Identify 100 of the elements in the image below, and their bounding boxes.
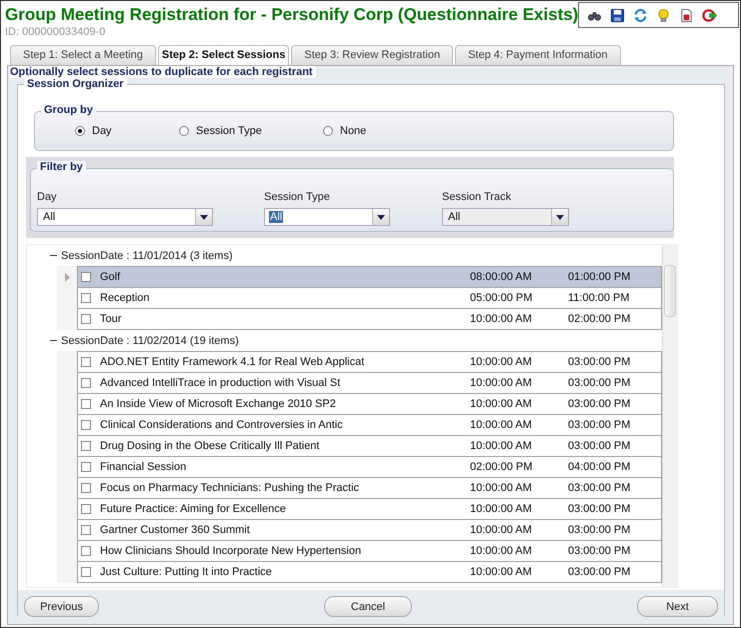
start-time: 10:00:00 AM: [470, 398, 533, 410]
refresh-icon[interactable]: [633, 8, 648, 22]
row-checkbox[interactable]: [81, 525, 91, 535]
radio-button[interactable]: [323, 126, 333, 136]
row-checkbox[interactable]: [81, 462, 91, 472]
start-time: 10:00:00 AM: [470, 419, 533, 431]
session-row[interactable]: Future Practice: Aiming for Excellence 10:00:00 AM 03:00:00 PM: [77, 499, 662, 520]
vertical-scrollbar[interactable]: [662, 245, 677, 587]
dropdown-value: All: [447, 211, 462, 223]
session-row[interactable]: Reception 05:00:00 PM 11:00:00 PM: [77, 288, 662, 309]
start-time: 10:00:00 AM: [470, 503, 533, 515]
row-checkbox[interactable]: [81, 504, 91, 514]
session-name: Just Culture: Putting It into Practice: [100, 566, 273, 578]
radio-button[interactable]: [179, 126, 189, 136]
session-name: Drug Dosing in the Obese Critically Ill Patient: [100, 440, 320, 452]
row-indicator-icon: [64, 272, 70, 282]
session-name: Reception: [100, 292, 151, 304]
radio-label: Day: [92, 125, 112, 137]
radio-option[interactable]: Session Type: [179, 125, 323, 137]
session-row[interactable]: Just Culture: Putting It into Practice 10:00:00 AM 03:00:00 PM: [77, 562, 662, 583]
session-name: Clinical Considerations and Controversies in Antic: [100, 419, 344, 431]
session-name: Tour: [100, 313, 122, 325]
nav-button[interactable]: Cancel: [324, 596, 412, 617]
filter-dropdown[interactable]: All: [264, 208, 390, 226]
row-checkbox[interactable]: [81, 314, 91, 324]
session-name: Financial Session: [100, 461, 188, 473]
session-name: Focus on Pharmacy Technicians: Pushing the Practic: [100, 482, 360, 494]
end-time: 03:00:00 PM: [568, 482, 632, 494]
start-time: 10:00:00 AM: [470, 356, 533, 368]
dropdown-value: All: [269, 211, 284, 223]
session-row[interactable]: How Clinicians Should Incorporate New Hypertension 10:00:00 AM 03:00:00 PM: [77, 541, 662, 562]
start-time: 02:00:00 PM: [470, 461, 534, 473]
row-checkbox[interactable]: [81, 272, 91, 282]
group-by-title: Group by: [41, 104, 96, 116]
end-time: 03:00:00 PM: [568, 524, 632, 536]
group-header: SessionDate : 11/02/2014 (19 items): [61, 334, 239, 346]
row-checkbox[interactable]: [81, 357, 91, 367]
session-row[interactable]: Financial Session 02:00:00 PM 04:00:00 PM: [77, 457, 662, 478]
filter-by-title: Filter by: [37, 161, 86, 173]
start-time: 08:00:00 AM: [470, 271, 533, 283]
session-name: Advanced IntelliTrace in production with Visual St: [100, 377, 342, 389]
row-checkbox[interactable]: [81, 546, 91, 556]
end-time: 03:00:00 PM: [568, 377, 632, 389]
nav-button[interactable]: Previous: [24, 596, 99, 617]
nav-button[interactable]: Next: [637, 596, 718, 617]
end-time: 03:00:00 PM: [568, 419, 632, 431]
session-row[interactable]: Focus on Pharmacy Technicians: Pushing the Practic 10:00:00 AM 03:00:00 PM: [77, 478, 662, 499]
start-time: 10:00:00 AM: [470, 440, 533, 452]
session-row[interactable]: Drug Dosing in the Obese Critically Ill Patient 10:00:00 AM 03:00:00 PM: [77, 436, 662, 457]
row-checkbox[interactable]: [81, 293, 91, 303]
row-checkbox[interactable]: [81, 483, 91, 493]
end-time: 11:00:00 PM: [568, 292, 631, 304]
radio-option[interactable]: Day: [75, 125, 179, 137]
radio-option[interactable]: None: [323, 125, 366, 137]
session-row[interactable]: Tour 10:00:00 AM 02:00:00 PM: [77, 309, 662, 330]
end-time: 03:00:00 PM: [568, 566, 632, 578]
end-time: 02:00:00 PM: [568, 313, 632, 325]
record-id: ID: 000000033409-0: [5, 26, 106, 38]
radio-label: Session Type: [196, 125, 262, 137]
step-tab[interactable]: Step 4: Payment Information: [455, 45, 621, 65]
step-tab[interactable]: Step 2: Select Sessions: [158, 45, 290, 65]
filter-dropdown[interactable]: All: [37, 208, 213, 226]
session-name: Golf: [100, 271, 122, 283]
start-time: 10:00:00 AM: [470, 566, 533, 578]
step-tab[interactable]: Step 1: Select a Meeting: [10, 45, 156, 65]
row-checkbox[interactable]: [81, 378, 91, 388]
exit-icon[interactable]: [702, 8, 718, 22]
session-row[interactable]: Golf 08:00:00 AM 01:00:00 PM: [77, 266, 662, 288]
group-header: SessionDate : 11/01/2014 (3 items): [61, 250, 233, 262]
session-row[interactable]: Advanced IntelliTrace in production with Visual St 10:00:00 AM 03:00:00 PM: [77, 373, 662, 394]
end-time: 03:00:00 PM: [568, 503, 632, 515]
end-time: 03:00:00 PM: [568, 440, 632, 452]
row-checkbox[interactable]: [81, 420, 91, 430]
row-checkbox[interactable]: [81, 567, 91, 577]
end-time: 03:00:00 PM: [568, 545, 632, 557]
start-time: 05:00:00 PM: [470, 292, 534, 304]
dropdown-value: All: [42, 211, 56, 223]
start-time: 10:00:00 AM: [470, 482, 533, 494]
light-bulb-icon[interactable]: [656, 8, 672, 22]
row-checkbox[interactable]: [81, 399, 91, 409]
radio-label: None: [340, 125, 366, 137]
document-icon[interactable]: [679, 8, 694, 22]
session-name: An Inside View of Microsoft Exchange 2010 SP2: [100, 398, 337, 410]
row-checkbox[interactable]: [81, 441, 91, 451]
end-time: 03:00:00 PM: [568, 398, 632, 410]
save-icon[interactable]: [610, 8, 626, 22]
end-time: 03:00:00 PM: [568, 356, 632, 368]
filter-label: Session Track: [442, 191, 512, 203]
session-name: Future Practice: Aiming for Excellence: [100, 503, 287, 515]
start-time: 10:00:00 AM: [470, 313, 533, 325]
start-time: 10:00:00 AM: [470, 524, 533, 536]
end-time: 01:00:00 PM: [568, 271, 632, 283]
session-row[interactable]: Gartner Customer 360 Summit 10:00:00 AM 03:00:00 PM: [77, 520, 662, 541]
step-tab[interactable]: Step 3: Review Registration: [291, 45, 454, 65]
session-row[interactable]: Clinical Considerations and Controversies in Antic 10:00:00 AM 03:00:00 PM: [77, 415, 662, 436]
session-name: ADO.NET Entity Framework 4.1 for Real Web Applicat: [100, 356, 366, 368]
session-row[interactable]: ADO.NET Entity Framework 4.1 for Real Web Applicat 10:00:00 AM 03:00:00 PM: [77, 351, 662, 373]
session-row[interactable]: An Inside View of Microsoft Exchange 2010 SP2 10:00:00 AM 03:00:00 PM: [77, 394, 662, 415]
radio-button[interactable]: [75, 126, 85, 136]
session-name: How Clinicians Should Incorporate New Hypertension: [100, 545, 362, 557]
